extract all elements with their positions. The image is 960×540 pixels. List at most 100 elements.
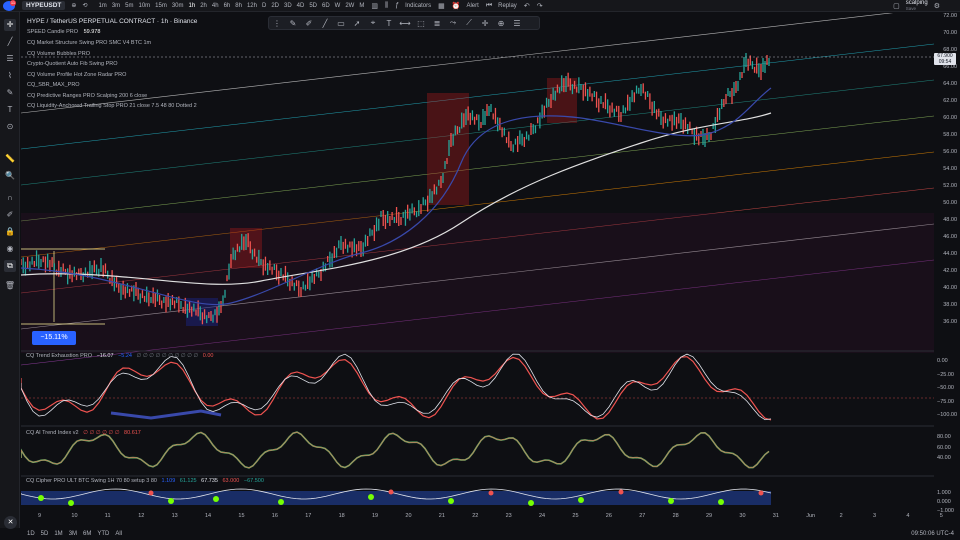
- timeframe-12h[interactable]: 12h: [247, 3, 257, 9]
- time-axis[interactable]: 9 10 11 12 13 14 15 16 17 18 19 20 21 22 23 24 25 26 27 28 2…: [21, 512, 943, 522]
- range-6M[interactable]: 6M: [83, 531, 91, 537]
- stay-drawing-icon[interactable]: ✐: [4, 209, 16, 221]
- price-chart[interactable]: [21, 13, 934, 525]
- timeframe-D[interactable]: D: [262, 3, 266, 9]
- range-3M[interactable]: 3M: [69, 531, 77, 537]
- add-symbol-icon[interactable]: ⊕: [71, 2, 76, 9]
- price-tick: 56.00: [943, 149, 957, 155]
- text-tool-icon-2[interactable]: T: [381, 19, 397, 28]
- indicator-legend-1[interactable]: CQ Volume Bubbles PRO: [27, 51, 90, 57]
- lock-icon[interactable]: 🔒: [4, 226, 16, 238]
- timeframe-6h[interactable]: 6h: [224, 3, 231, 9]
- visibility-eye-icon[interactable]: ◉: [4, 243, 16, 255]
- tradingview-logo-icon[interactable]: ✕: [4, 516, 17, 529]
- trash-icon[interactable]: 🗑: [4, 280, 16, 292]
- line-tool-icon[interactable]: ╱: [317, 19, 333, 28]
- brush-icon[interactable]: ⌇: [4, 70, 16, 82]
- text-tool-icon[interactable]: T: [4, 104, 16, 116]
- timeframe-3D[interactable]: 3D: [284, 3, 292, 9]
- utc-clock[interactable]: 09:50:06 UTC-4: [911, 531, 954, 537]
- indicator-legend-2[interactable]: Crypto-Quotient Auto Fib Swing PRO: [27, 61, 117, 67]
- indicator-legend-6[interactable]: CQ Liquidity-Anchored Trailing Stop PRO …: [27, 103, 197, 109]
- timeframe-W[interactable]: W: [335, 3, 341, 9]
- price-tick: 48.00: [943, 217, 957, 223]
- pane-tick: 1.000: [937, 490, 951, 496]
- drag-handle-icon[interactable]: ⋮: [269, 19, 285, 28]
- range-1M[interactable]: 1M: [54, 531, 62, 537]
- object-tree-icon[interactable]: ⧉: [4, 260, 16, 272]
- zoom-icon[interactable]: 🔍: [4, 170, 16, 182]
- crosshair-tool-icon[interactable]: ✛: [477, 19, 493, 28]
- redo-icon[interactable]: ↷: [537, 2, 543, 10]
- arrow-tool-icon[interactable]: ➚: [349, 19, 365, 28]
- fib-retracement-icon[interactable]: ☰: [4, 53, 16, 65]
- ruler-tool-icon[interactable]: ⟷: [397, 19, 413, 28]
- settings-gear-icon[interactable]: ⚙: [934, 2, 940, 10]
- crosshair-icon[interactable]: ✛: [4, 19, 16, 31]
- brush-tool-icon[interactable]: ✎: [285, 19, 301, 28]
- timeframe-M[interactable]: M: [359, 3, 364, 9]
- alert-icon[interactable]: ⏰: [452, 2, 461, 10]
- indicator-legend-4[interactable]: CQ_SBR_MAX_PRO: [27, 82, 80, 88]
- timeframe-10m[interactable]: 10m: [139, 3, 151, 9]
- magnet-icon[interactable]: ∩: [4, 192, 16, 204]
- projection-tool-icon[interactable]: ⟋: [461, 18, 477, 28]
- timeframe-1m[interactable]: 1m: [98, 3, 106, 9]
- range-1D[interactable]: 1D: [27, 531, 35, 537]
- layout-switcher[interactable]: scalping Save: [906, 0, 928, 11]
- cipher-buy-dot: [528, 500, 534, 506]
- replay-icon[interactable]: ⏮: [486, 2, 492, 10]
- pen-tool-icon[interactable]: ✐: [301, 19, 317, 28]
- indicator-legend-3[interactable]: CQ Volume Profile Hot Zone Radar PRO: [27, 72, 126, 78]
- pattern-icon[interactable]: ⊙: [4, 121, 16, 133]
- timeframe-4h[interactable]: 4h: [212, 3, 219, 9]
- measure-tool-icon[interactable]: ⬚: [413, 19, 429, 28]
- timeframe-2D[interactable]: 2D: [271, 3, 279, 9]
- replay-button[interactable]: Replay: [498, 3, 517, 9]
- pencil-icon[interactable]: ✎: [4, 87, 16, 99]
- timeframe-6D[interactable]: 6D: [322, 3, 330, 9]
- compare-icon[interactable]: ⟲: [82, 2, 87, 9]
- hide-tool-icon[interactable]: ☰: [509, 19, 525, 28]
- timeframe-2W[interactable]: 2W: [345, 3, 354, 9]
- date-tick: 30: [739, 513, 746, 519]
- timeframe-5D[interactable]: 5D: [309, 3, 317, 9]
- price-tick: 54.00: [943, 166, 957, 172]
- undo-icon[interactable]: ↶: [524, 2, 530, 10]
- date-tick: 13: [171, 513, 178, 519]
- date-tick: 26: [605, 513, 612, 519]
- timeframe-4D[interactable]: 4D: [297, 3, 305, 9]
- callout-tool-icon[interactable]: ⌖: [365, 18, 381, 28]
- trendline-icon[interactable]: ╱: [4, 36, 16, 48]
- cipher-v3: 67.735: [201, 478, 218, 484]
- cipher-v2: 61.125: [179, 478, 197, 484]
- range-All[interactable]: All: [115, 531, 122, 537]
- timeframe-8h[interactable]: 8h: [235, 3, 242, 9]
- timeframe-1h[interactable]: 1h: [189, 3, 196, 9]
- indicator-legend-5[interactable]: CQ Predictive Ranges PRO Scalping 200 6 …: [27, 93, 147, 99]
- path-tool-icon[interactable]: ⤳: [445, 18, 461, 28]
- range-YTD[interactable]: YTD: [97, 531, 109, 537]
- price-tick: 62.00: [943, 98, 957, 104]
- chart-type-icon[interactable]: ▥: [371, 2, 378, 10]
- ruler-icon[interactable]: 📏: [4, 153, 16, 165]
- templates-icon[interactable]: ▦: [438, 2, 445, 10]
- symbol-search-button[interactable]: HYPEUSDT: [22, 1, 66, 10]
- timeframe-15m[interactable]: 15m: [155, 3, 167, 9]
- trend-exhaustion-v1: −16.07: [96, 353, 114, 359]
- rectangle-tool-icon[interactable]: ▭: [333, 19, 349, 28]
- zoom-tool-icon[interactable]: ⊕: [493, 19, 509, 28]
- timeframe-30m[interactable]: 30m: [172, 3, 184, 9]
- indicators-icon[interactable]: ƒ: [395, 2, 399, 9]
- alert-button[interactable]: Alert: [466, 3, 478, 9]
- price-tick: 38.00: [943, 302, 957, 308]
- timeframe-5m[interactable]: 5m: [125, 3, 133, 9]
- timeframe-3m[interactable]: 3m: [112, 3, 120, 9]
- fib-tool-icon[interactable]: ≣: [429, 19, 445, 28]
- indicators-button[interactable]: Indicators: [405, 3, 431, 9]
- indicator-legend-0[interactable]: CQ Market Structure Swing PRO SMC V4 BTC…: [27, 40, 151, 46]
- range-5D[interactable]: 5D: [41, 531, 49, 537]
- timeframe-2h[interactable]: 2h: [200, 3, 207, 9]
- layout-icon[interactable]: ▢: [893, 2, 900, 10]
- chart-style-icon[interactable]: ⫼: [385, 2, 388, 10]
